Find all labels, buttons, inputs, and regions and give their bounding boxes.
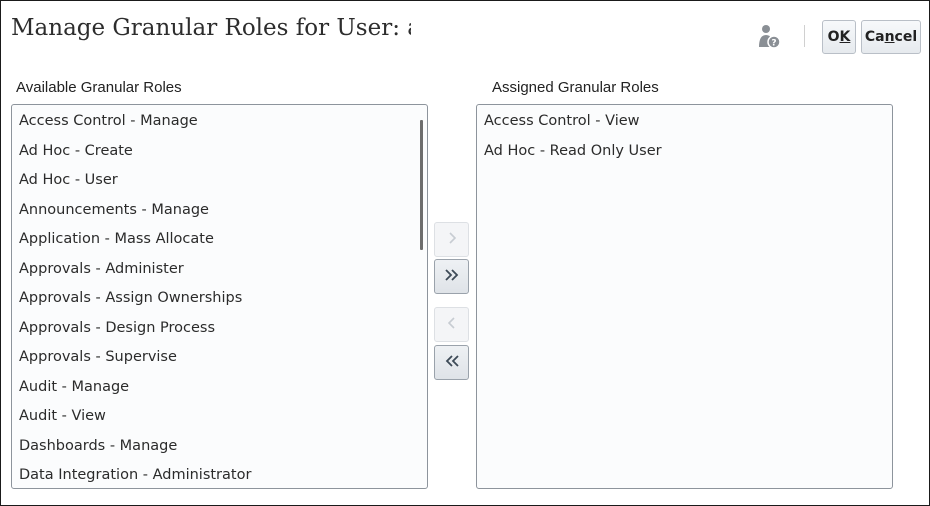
cancel-button[interactable]: Ca n cel	[861, 20, 921, 54]
assigned-role-item[interactable]: Ad Hoc - Read Only User	[477, 137, 892, 167]
available-roles-label: Available Granular Roles	[16, 79, 182, 96]
available-role-item[interactable]: Approvals - Administer	[12, 255, 427, 285]
cancel-label-mnemonic: n	[884, 29, 895, 45]
remove-all-button[interactable]	[434, 345, 469, 380]
available-role-item[interactable]: Data Integration - Administrator	[12, 461, 427, 488]
move-selected-button[interactable]	[434, 222, 469, 257]
chevron-right-icon	[445, 230, 459, 249]
cancel-label-suffix: cel	[894, 29, 918, 45]
available-role-item[interactable]: Approvals - Assign Ownerships	[12, 284, 427, 314]
ok-label-prefix: O	[827, 29, 840, 45]
available-role-item[interactable]: Audit - Manage	[12, 373, 427, 403]
available-role-item[interactable]: Approvals - Supervise	[12, 343, 427, 373]
available-list-scrollbar[interactable]	[420, 120, 423, 250]
assigned-roles-list[interactable]: Access Control - View Ad Hoc - Read Only…	[476, 104, 893, 489]
available-role-item[interactable]: Access Control - Manage	[12, 107, 427, 137]
manage-roles-dialog: Manage Granular Roles for User: ak ? OK …	[0, 0, 930, 506]
svg-text:?: ?	[771, 39, 776, 49]
toolbar-separator	[804, 25, 805, 47]
available-role-item[interactable]: Announcements - Manage	[12, 196, 427, 226]
user-help-icon[interactable]: ?	[757, 23, 783, 51]
available-role-item[interactable]: Application - Mass Allocate	[12, 225, 427, 255]
cancel-label-prefix: Ca	[864, 29, 885, 45]
assigned-role-item[interactable]: Access Control - View	[477, 107, 892, 137]
chevron-left-icon	[445, 315, 459, 334]
move-all-button[interactable]	[434, 259, 469, 294]
double-chevron-left-icon	[443, 353, 461, 373]
available-role-item[interactable]: Dashboards - Manage	[12, 432, 427, 462]
available-roles-list[interactable]: Access Control - Manage Ad Hoc - Create …	[11, 104, 428, 489]
ok-button[interactable]: OK	[822, 20, 856, 54]
available-role-item[interactable]: Ad Hoc - User	[12, 166, 427, 196]
available-role-item[interactable]: Ad Hoc - Create	[12, 137, 427, 167]
available-role-item[interactable]: Audit - View	[12, 402, 427, 432]
dialog-title: Manage Granular Roles for User: ak	[11, 15, 411, 41]
ok-label-mnemonic: K	[839, 29, 851, 45]
double-chevron-right-icon	[443, 267, 461, 287]
remove-selected-button[interactable]	[434, 307, 469, 342]
available-role-item[interactable]: Approvals - Design Process	[12, 314, 427, 344]
assigned-roles-label: Assigned Granular Roles	[492, 79, 659, 96]
